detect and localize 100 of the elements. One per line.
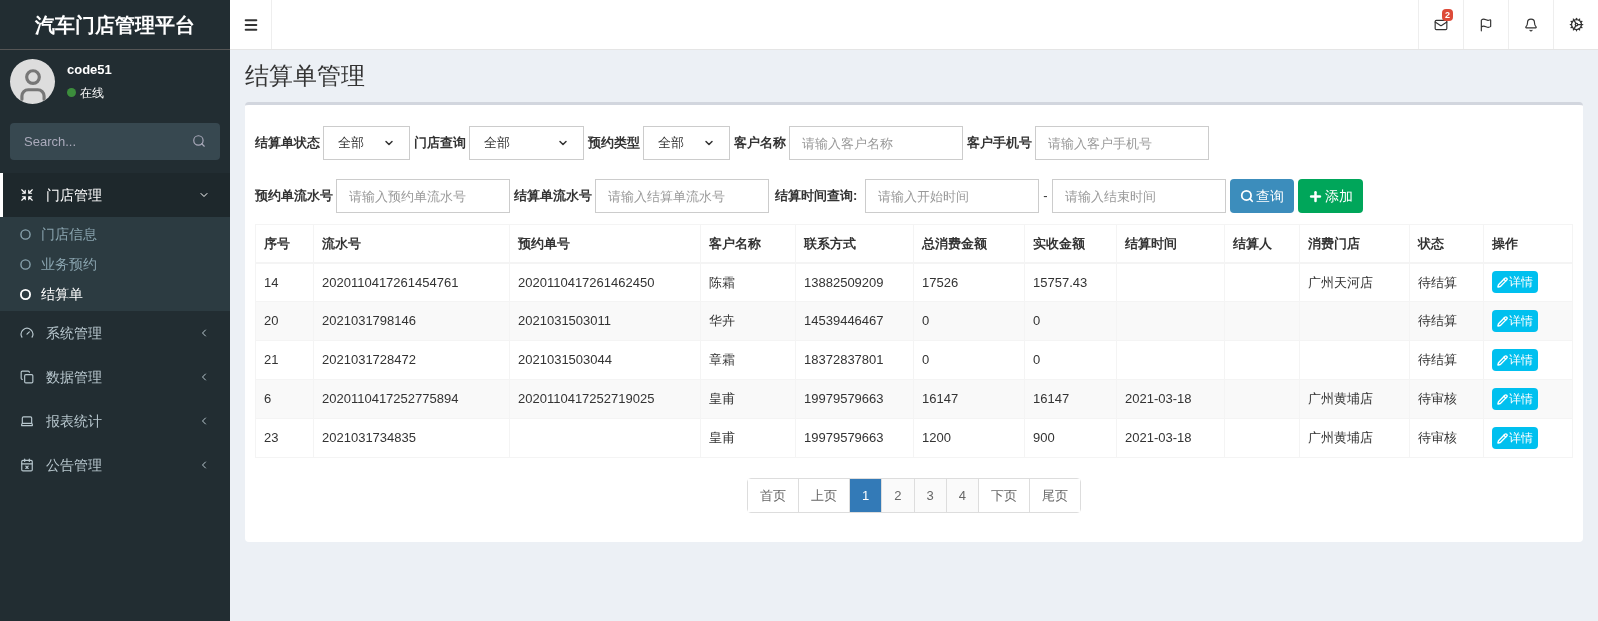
table-cell: 20 [255,301,314,341]
filter-label: 客户名称 [734,134,786,153]
input-field[interactable]: 请输入客户手机号 [1035,126,1209,160]
table-cell: 陈霜 [700,262,796,302]
table-cell: 2021031503011 [509,301,701,341]
column-header: 状态 [1409,224,1484,263]
column-header: 联系方式 [795,224,914,263]
table-cell: 2021031734835 [313,418,510,458]
table-cell: 待结算 [1409,340,1484,380]
table-cell: 待审核 [1409,418,1484,458]
table-cell: 16147 [1024,379,1117,419]
table-cell: 14 [255,262,314,302]
table-cell: 2020110417252719025 [509,379,701,419]
page-link[interactable]: 1 [849,479,882,512]
table-cell: 16147 [913,379,1025,419]
table-cell: 皇甫 [700,418,796,458]
circle-icon [20,288,31,300]
select-field[interactable]: 全部 [469,126,584,160]
table-cell: 19979579663 [795,418,914,458]
pencil-icon [1497,354,1508,366]
table-cell: 19979579663 [795,379,914,419]
table-cell: 0 [1024,301,1117,341]
submenu-item[interactable]: 结算单 [0,279,230,309]
menu-item[interactable]: 门店管理 [0,173,230,217]
filter-label: 门店查询 [414,134,466,153]
add-button[interactable]: 添加 [1297,179,1363,213]
search-button[interactable]: 查询 [1229,179,1294,213]
input-field[interactable]: 请输入预约单流水号 [336,179,510,213]
menu-item[interactable]: 报表统计 [0,399,230,443]
table-cell: 章霜 [700,340,796,380]
table-cell: 2021-03-18 [1116,418,1225,458]
page-link[interactable]: 2 [881,479,914,512]
select-field[interactable]: 全部 [643,126,730,160]
menu-icon [242,16,259,33]
input-field[interactable]: 请输入客户名称 [789,126,963,160]
page-link[interactable]: 3 [913,479,946,512]
table-cell: 2021031798146 [313,301,510,341]
menu-item[interactable]: 公告管理 [0,443,230,487]
pencil-icon [1497,276,1508,288]
table-cell: 2021-03-18 [1116,379,1225,419]
page-link[interactable]: 尾页 [1028,479,1080,512]
menu-item[interactable]: 数据管理 [0,355,230,399]
table-cell: 18372837801 [795,340,914,380]
filter-label: 结算单状态 [255,134,320,153]
mail-button[interactable]: 2 [1418,0,1463,49]
table-cell: 17526 [913,262,1025,302]
column-header: 实收金额 [1024,224,1117,263]
table-cell: 2021031728472 [313,340,510,380]
plus-icon [1307,188,1323,204]
filter-label: 结算时间查询: [775,187,858,206]
user-name: code51 [67,61,112,80]
circle-icon [20,258,31,270]
column-header: 消费门店 [1299,224,1410,263]
table-cell: 华卉 [700,301,796,341]
table-cell: 待审核 [1409,379,1484,419]
laptop-icon [20,414,34,428]
table-cell: 待结算 [1409,262,1484,302]
table-cell: 15757.43 [1024,262,1117,302]
copy-icon [20,370,34,384]
table-cell: 广州黄埔店 [1299,379,1410,419]
table-cell: 广州黄埔店 [1299,418,1410,458]
column-header: 操作 [1483,224,1573,263]
page-link[interactable]: 4 [945,479,978,512]
menu-item[interactable]: 系统管理 [0,311,230,355]
submenu-item[interactable]: 业务预约 [0,249,230,279]
mail-icon [1434,17,1448,32]
column-header: 序号 [255,224,314,263]
table-cell: 0 [913,301,1025,341]
flag-icon [1479,17,1493,32]
table-cell: 1200 [913,418,1025,458]
table-cell: 14539446467 [795,301,914,341]
search-icon [192,134,206,148]
calendar-icon [20,458,34,472]
table-cell: 23 [255,418,314,458]
table-cell: 2020110417252775894 [313,379,510,419]
filter-label: 预约单流水号 [255,187,333,206]
select-field[interactable]: 全部 [323,126,410,160]
start-time-field[interactable]: 请输入开始时间 [865,179,1040,213]
submenu-item[interactable]: 门店信息 [0,219,230,249]
settings-icon [1568,17,1584,32]
table-cell: 6 [255,379,314,419]
search-field[interactable]: Search... [10,123,220,160]
column-header: 流水号 [313,224,510,263]
shrink-icon [20,188,34,202]
mail-badge: 2 [1442,9,1453,21]
gauge-icon [20,326,34,340]
circle-icon [20,228,31,240]
column-header: 预约单号 [509,224,701,263]
input-field[interactable]: 请输入结算单流水号 [595,179,769,213]
table-cell: 皇甫 [700,379,796,419]
filter-label: 客户手机号 [967,134,1032,153]
table-cell: 2020110417261462450 [509,262,701,302]
table-cell: 广州天河店 [1299,262,1410,302]
brand-title: 汽车门店管理平台 [35,12,195,38]
column-header: 客户名称 [700,224,796,263]
status-text: 在线 [80,84,104,102]
range-separator: - [1043,187,1048,206]
end-time-field[interactable]: 请输入结束时间 [1051,179,1226,213]
table-cell: 13882509209 [795,262,914,302]
table-cell: 900 [1024,418,1117,458]
